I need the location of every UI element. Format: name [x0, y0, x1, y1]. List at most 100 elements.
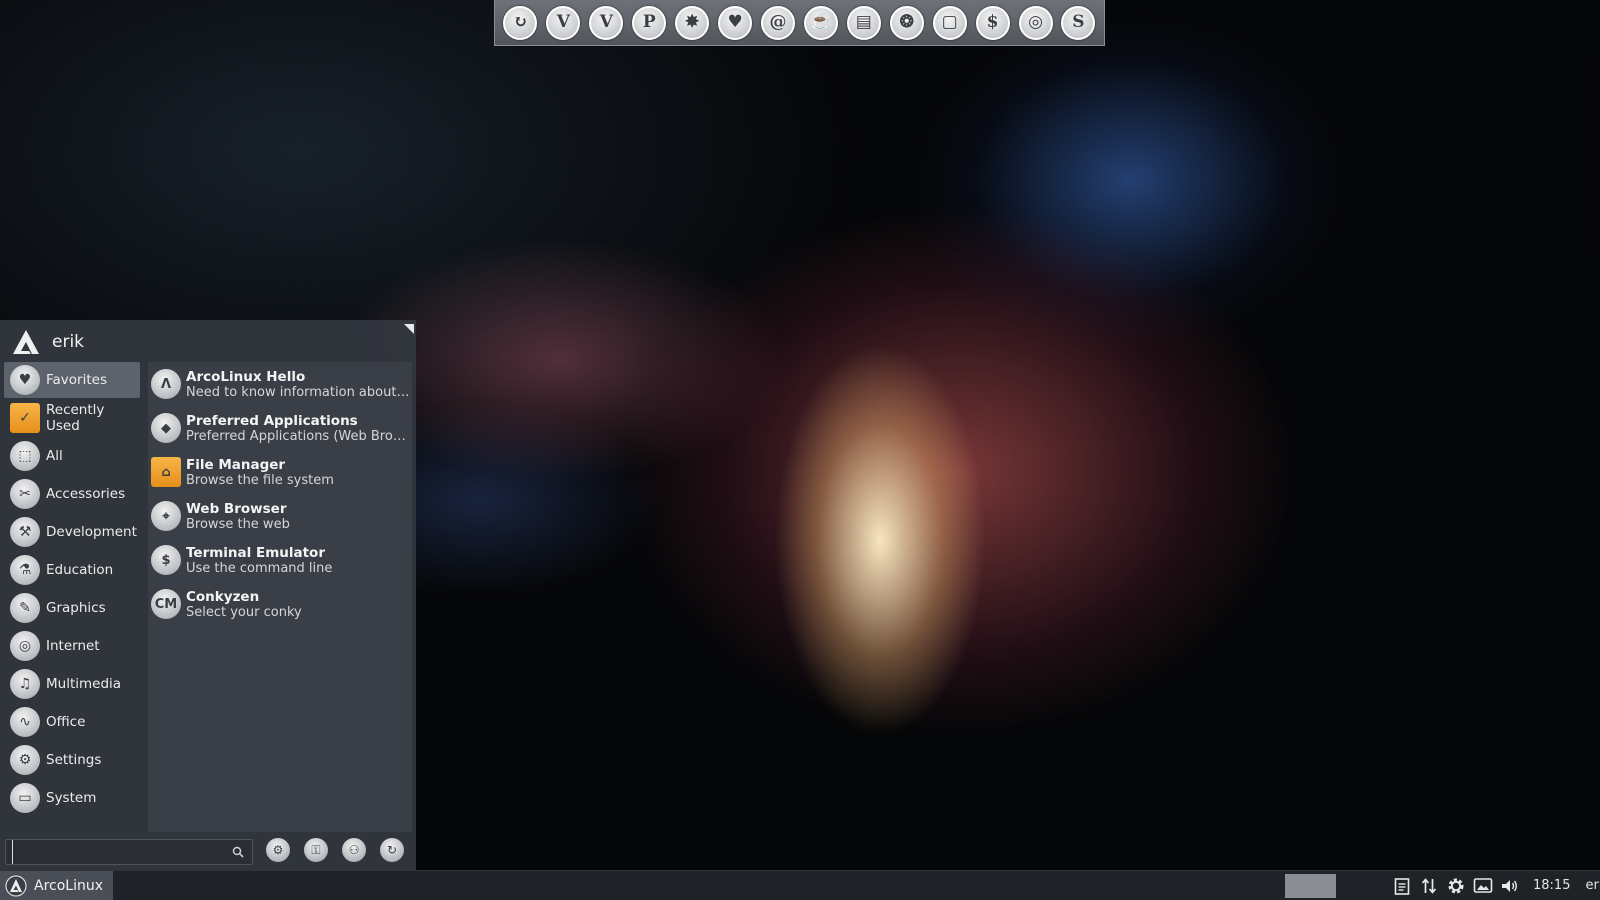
category-internet[interactable]: ◎ Internet: [4, 628, 140, 664]
category-label: System: [46, 790, 97, 806]
app-name: ArcoLinux Hello: [186, 368, 306, 385]
globe-icon: ◎: [10, 631, 40, 661]
volume-icon[interactable]: [1500, 876, 1520, 896]
category-label: Favorites: [46, 372, 107, 388]
heart-icon: ♥: [10, 365, 40, 395]
menu-header: erik: [12, 324, 84, 360]
app-name: Conkyzen: [186, 588, 260, 605]
app-text: Conkyzen Select your conky: [186, 589, 410, 620]
switch-user-button[interactable]: ⚇: [342, 838, 366, 862]
app-item-web-browser[interactable]: ⌖ Web Browser Browse the web: [148, 494, 412, 538]
app-item-arcolinux-hello[interactable]: Λ ArcoLinux Hello Need to know information…: [148, 362, 412, 406]
launcher-vivaldi-snapshot-icon[interactable]: V: [589, 5, 624, 40]
palette-icon: ✎: [10, 593, 40, 623]
launcher-packages-icon[interactable]: ✸: [675, 5, 710, 40]
grid-icon: ⬚: [10, 441, 40, 471]
logout-button[interactable]: ↻: [380, 838, 404, 862]
category-label: Graphics: [46, 600, 106, 616]
top-dock: ↻ V V P ✸ ♥ @ ☕ ▤ ❂ ▢ $ ◎ S: [494, 0, 1105, 46]
launcher-teapot-icon[interactable]: ☕: [803, 5, 838, 40]
menu-resize-handle[interactable]: [404, 324, 414, 334]
launcher-window-icon[interactable]: ▢: [932, 5, 967, 40]
network-icon[interactable]: [1419, 876, 1439, 896]
flask-icon: ⚗: [10, 555, 40, 585]
category-label: All: [46, 448, 63, 464]
recently-used-icon: ✓: [10, 403, 40, 433]
accessories-icon: ✂: [10, 479, 40, 509]
menu-username: erik: [52, 332, 85, 352]
category-settings[interactable]: ⚙ Settings: [4, 742, 140, 778]
clipboard-icon[interactable]: [1392, 876, 1412, 896]
app-name: Preferred Applications: [186, 412, 358, 429]
category-label: Settings: [46, 752, 102, 768]
bottom-panel: ArcoLinux 18:15 er: [0, 870, 1600, 900]
category-label: Internet: [46, 638, 100, 654]
menu-action-buttons: ⚙ ⚿ ⚇ ↻: [266, 838, 404, 862]
app-name: Terminal Emulator: [186, 544, 325, 561]
clock[interactable]: 18:15: [1533, 878, 1570, 893]
settings-manager-button[interactable]: ⚙: [266, 838, 290, 862]
gear-icon[interactable]: [1446, 876, 1466, 896]
gear-icon: ⚙: [10, 745, 40, 775]
category-office[interactable]: ∿ Office: [4, 704, 140, 740]
applications-menu-button[interactable]: ArcoLinux: [0, 871, 113, 900]
panel-username[interactable]: erik: [1585, 878, 1600, 893]
category-graphics[interactable]: ✎ Graphics: [4, 590, 140, 626]
arcolinux-logo-icon: [12, 329, 40, 355]
search-input[interactable]: [12, 840, 232, 864]
category-system[interactable]: ▭ System: [4, 780, 140, 816]
category-label: Education: [46, 562, 114, 578]
search-box: [5, 839, 253, 865]
multimedia-icon: ♫: [10, 669, 40, 699]
folder-icon: ⌂: [151, 457, 181, 487]
arcolinux-logo-icon: [5, 874, 27, 897]
app-description: Use the command line: [186, 560, 333, 576]
development-icon: ⚒: [10, 517, 40, 547]
app-name: Web Browser: [186, 500, 287, 517]
terminal-icon: $: [151, 545, 181, 575]
category-label: Recently Used: [46, 402, 105, 434]
app-description: Browse the file system: [186, 472, 334, 488]
category-label: Development: [46, 524, 137, 540]
category-development[interactable]: ⚒ Development: [4, 514, 140, 550]
applications-menu-label: ArcoLinux: [34, 877, 104, 894]
app-description: Browse the web: [186, 516, 290, 532]
category-label: Accessories: [46, 486, 126, 502]
app-text: Terminal Emulator Use the command line: [186, 545, 410, 576]
category-accessories[interactable]: ✂ Accessories: [4, 476, 140, 512]
system-icon: ▭: [10, 783, 40, 813]
display-icon[interactable]: [1473, 876, 1493, 896]
lock-screen-button[interactable]: ⚿: [304, 838, 328, 862]
launcher-spiral-icon[interactable]: @: [760, 5, 795, 40]
app-item-preferred-applications[interactable]: ◆ Preferred Applications Preferred Applica…: [148, 406, 412, 450]
app-text: File Manager Browse the file system: [186, 457, 410, 488]
launcher-firefox-icon[interactable]: ↻: [503, 5, 538, 40]
category-recently-used[interactable]: ✓ Recently Used: [4, 400, 140, 436]
arcolinux-icon: Λ: [151, 369, 181, 399]
app-item-terminal-emulator[interactable]: $ Terminal Emulator Use the command line: [148, 538, 412, 582]
launcher-terminal-icon[interactable]: $: [975, 5, 1010, 40]
launcher-s-app-icon[interactable]: S: [1061, 5, 1096, 40]
app-text: Preferred Applications Preferred Applicat…: [186, 413, 410, 444]
category-all[interactable]: ⬚ All: [4, 438, 140, 474]
category-favorites[interactable]: ♥ Favorites: [4, 362, 140, 398]
category-multimedia[interactable]: ♫ Multimedia: [4, 666, 140, 702]
category-education[interactable]: ⚗ Education: [4, 552, 140, 588]
chart-icon: ∿: [10, 707, 40, 737]
launcher-pamac-icon[interactable]: P: [632, 5, 667, 40]
system-tray: 18:15 erik: [1392, 871, 1600, 900]
compass-icon: ⌖: [151, 501, 181, 531]
app-item-conkyzen[interactable]: CM Conkyzen Select your conky: [148, 582, 412, 626]
launcher-ark-icon[interactable]: ♥: [718, 5, 753, 40]
application-menu: erik ♥ Favorites ✓ Recently Used ⬚ All ✂ Access…: [0, 320, 416, 870]
app-description: Need to know information about ArcoLinux: [186, 384, 410, 400]
favorites-list: Λ ArcoLinux Hello Need to know information…: [148, 362, 412, 832]
launcher-vivaldi-icon[interactable]: V: [546, 5, 581, 40]
launcher-files-icon[interactable]: ▤: [846, 5, 881, 40]
launcher-aperture-icon[interactable]: ❂: [889, 5, 924, 40]
launcher-screenshot-icon[interactable]: ◎: [1018, 5, 1053, 40]
category-list: ♥ Favorites ✓ Recently Used ⬚ All ✂ Accessories…: [4, 362, 140, 818]
app-item-file-manager[interactable]: ⌂ File Manager Browse the file system: [148, 450, 412, 494]
diamond-icon: ◆: [151, 413, 181, 443]
workspace-switcher[interactable]: [1285, 874, 1336, 898]
